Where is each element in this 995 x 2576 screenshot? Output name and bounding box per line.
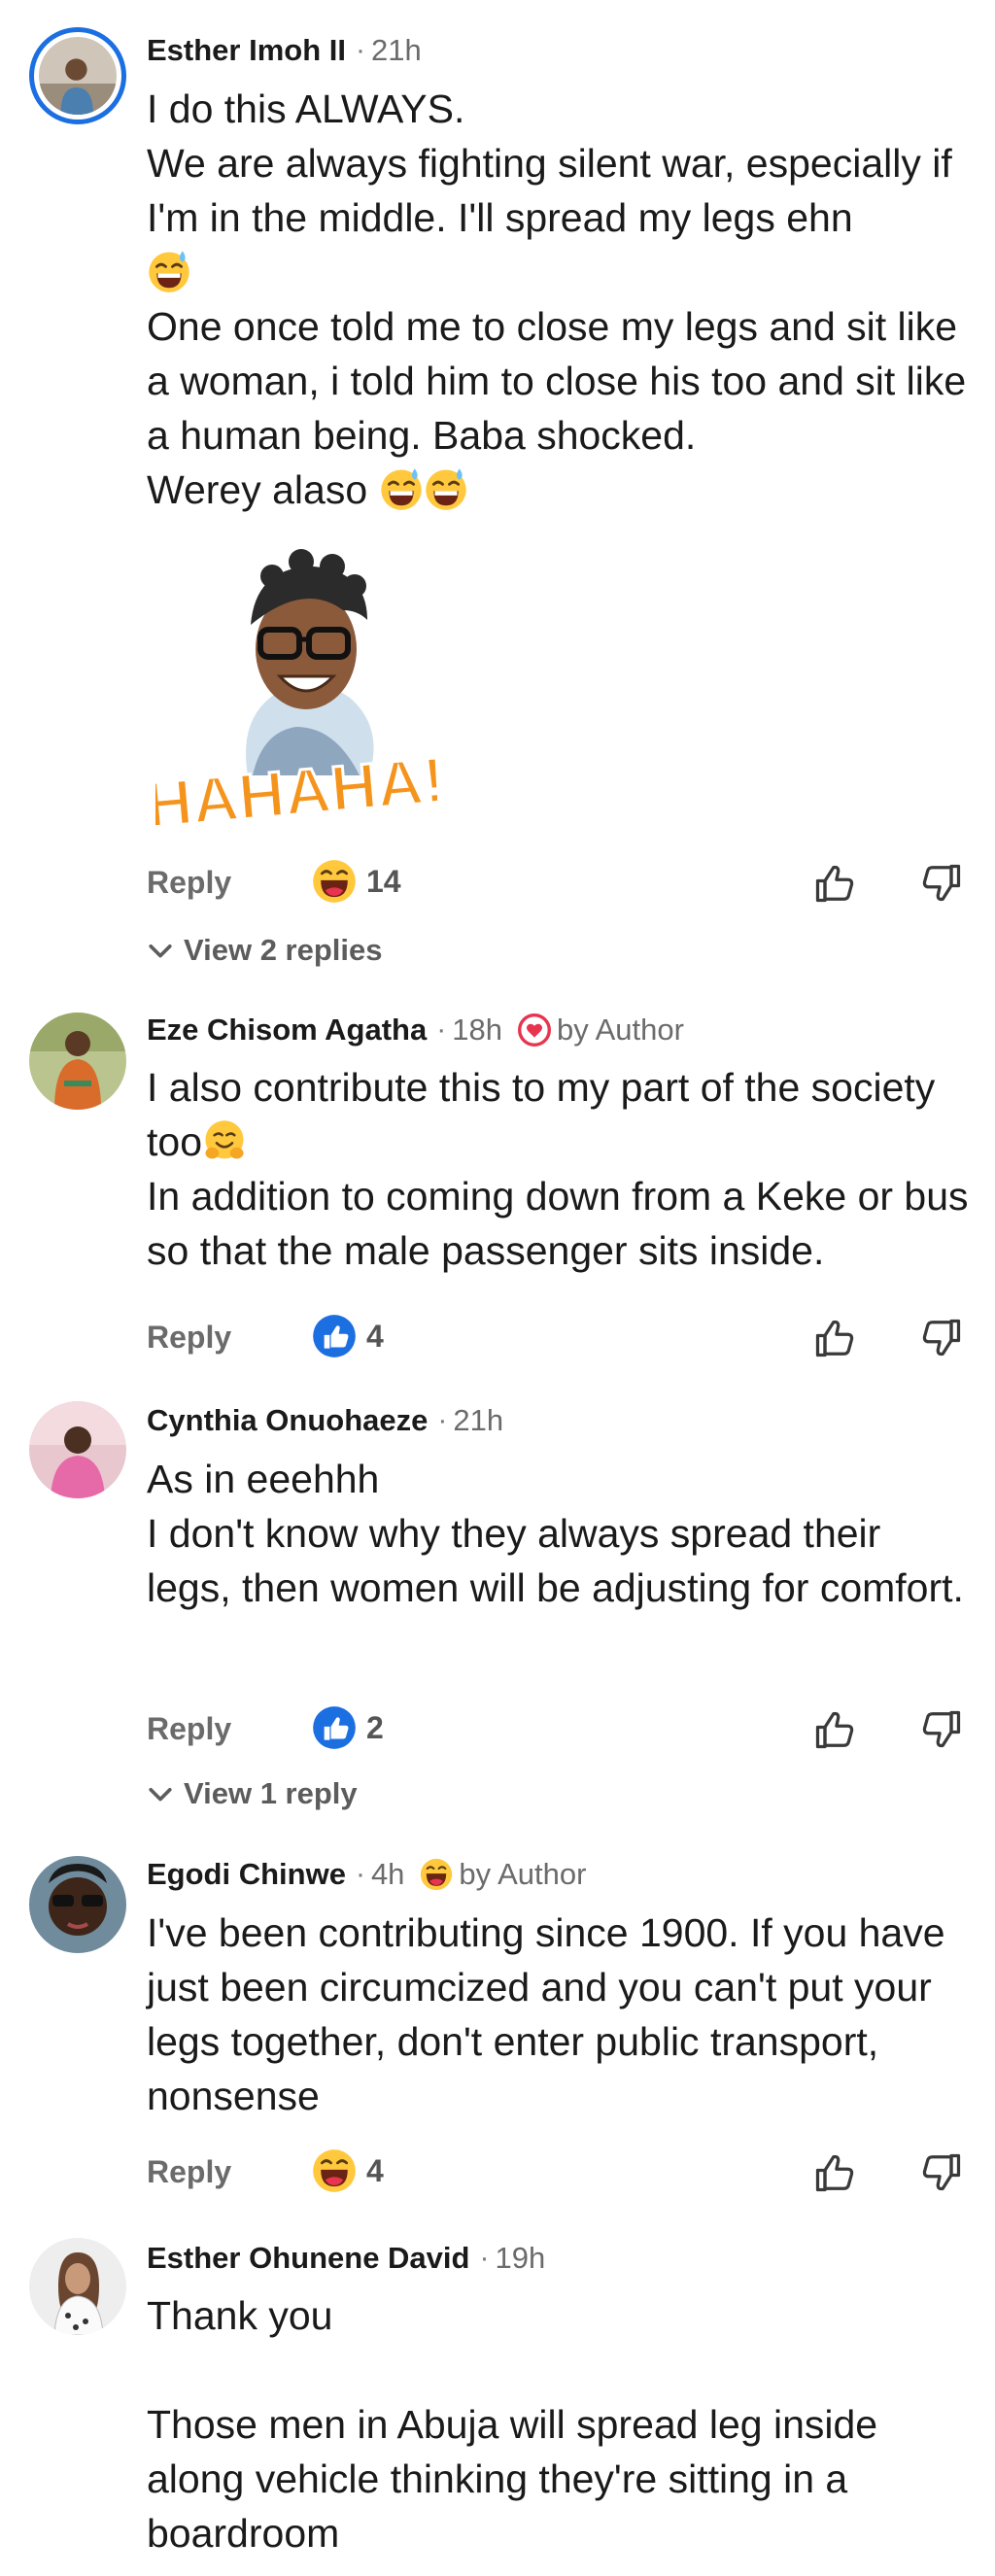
sticker-text: HAHAHA! — [155, 743, 437, 841]
laughing-avatar-sticker: HAHAHA! — [155, 549, 437, 842]
author-name[interactable]: Eze Chisom Agatha — [147, 1013, 427, 1048]
grinning-sweat-emoji-icon — [147, 249, 191, 293]
comment-line: We are always fighting silent war, espec… — [147, 136, 973, 299]
author-name[interactable]: Egodi Chinwe — [147, 1857, 346, 1892]
separator: · — [355, 34, 365, 66]
comment-line: I've been contributing since 1900. If yo… — [147, 1910, 945, 2118]
comment-text: I do this ALWAYS. We are always fighting… — [147, 82, 973, 517]
comment-text: As in eeehhh I don't know why they alway… — [147, 1452, 973, 1615]
like-circle-icon — [312, 1705, 357, 1750]
like-circle-icon — [312, 1314, 357, 1358]
timestamp: 21h — [453, 1403, 504, 1437]
comment-actions: Reply 14 — [147, 859, 963, 908]
avatar[interactable] — [29, 1401, 126, 1498]
reaction-count: 2 — [366, 1709, 384, 1745]
view-replies-label: View 1 reply — [184, 1776, 358, 1810]
comment-actions: Reply 4 — [147, 1314, 963, 1362]
comment-line: One once told me to close my legs and si… — [147, 304, 967, 458]
chevron-down-icon — [147, 937, 174, 964]
comment-line: As in eeehhh — [147, 1457, 380, 1501]
grinning-sweat-emoji-icon — [379, 466, 424, 511]
thumbs-down-icon[interactable] — [917, 1314, 966, 1362]
comment-text: I also contribute this to my part of the… — [147, 1060, 973, 1278]
thumbs-down-icon[interactable] — [917, 1705, 966, 1754]
avatar[interactable] — [29, 1856, 126, 1953]
comment-header: Eze Chisom Agatha · 18h by Author — [147, 1011, 684, 1049]
comment-line: I do this ALWAYS. — [147, 86, 465, 131]
author-name[interactable]: Esther Imoh II — [147, 33, 346, 68]
comment-header: Cynthia Onuohaeze · 21h — [147, 1401, 503, 1440]
reactions-summary[interactable]: 4 — [312, 2148, 384, 2193]
comment-header: Esther Imoh II · 21h — [147, 31, 422, 70]
thumbs-down-icon[interactable] — [917, 859, 966, 908]
thumbs-up-icon[interactable] — [810, 2148, 859, 2197]
reply-button[interactable]: Reply — [147, 1320, 231, 1356]
comment-text: Thank you Those men in Abuja will spread… — [147, 2288, 973, 2560]
timestamp: 19h — [495, 2241, 546, 2275]
grinning-sweat-emoji-icon — [424, 466, 468, 511]
separator: · — [437, 1404, 448, 1436]
thumbs-up-icon[interactable] — [810, 1705, 859, 1754]
comment-line: In addition to coming down from a Keke o… — [147, 1174, 969, 1273]
reaction-count: 14 — [366, 863, 401, 899]
comment-line: Those men in Abuja will spread leg insid… — [147, 2402, 878, 2556]
comment-line: Werey alaso — [147, 463, 973, 517]
comment-text: I've been contributing since 1900. If yo… — [147, 1906, 973, 2123]
view-replies-label: View 2 replies — [184, 933, 383, 967]
haha-emoji-icon — [420, 1858, 453, 1891]
separator: · — [355, 1858, 365, 1890]
timestamp: 18h — [452, 1013, 502, 1047]
haha-emoji-icon — [312, 859, 357, 904]
thumbs-up-icon[interactable] — [810, 1314, 859, 1362]
author-badge: by Author — [518, 1013, 684, 1048]
badge-label: by Author — [459, 1857, 587, 1891]
comment-header: Egodi Chinwe · 4h by Author — [147, 1855, 586, 1894]
separator: · — [479, 2242, 490, 2274]
hugging-face-emoji-icon — [202, 1118, 247, 1163]
comment-line: I don't know why they always spread thei… — [147, 1511, 964, 1610]
timestamp: 21h — [370, 33, 422, 67]
reactions-summary[interactable]: 4 — [312, 1314, 384, 1358]
comment-header: Esther Ohunene David · 19h — [147, 2239, 545, 2278]
author-badge: by Author — [420, 1857, 586, 1892]
comment-actions: Reply 2 — [147, 1705, 963, 1754]
reply-button[interactable]: Reply — [147, 1711, 231, 1747]
author-name[interactable]: Esther Ohunene David — [147, 2241, 469, 2276]
reactions-summary[interactable]: 2 — [312, 1705, 384, 1750]
comment-line — [147, 2343, 973, 2397]
author-name[interactable]: Cynthia Onuohaeze — [147, 1403, 428, 1438]
avatar[interactable] — [29, 1013, 126, 1110]
comment-actions: Reply 4 — [147, 2148, 963, 2197]
reply-button[interactable]: Reply — [147, 2154, 231, 2190]
reactions-summary[interactable]: 14 — [312, 859, 401, 904]
chevron-down-icon — [147, 1780, 174, 1807]
comment-line: I also contribute this to my part of the… — [147, 1065, 936, 1164]
avatar[interactable] — [29, 27, 126, 124]
separator: · — [436, 1013, 447, 1046]
badge-label: by Author — [556, 1013, 684, 1047]
heart-badge-icon — [518, 1013, 551, 1047]
view-replies-link[interactable]: View 1 reply — [147, 1776, 358, 1811]
reply-button[interactable]: Reply — [147, 865, 231, 901]
reaction-count: 4 — [366, 2152, 384, 2188]
comment-line: Thank you — [147, 2293, 333, 2338]
thumbs-up-icon[interactable] — [810, 859, 859, 908]
thumbs-down-icon[interactable] — [917, 2148, 966, 2197]
avatar[interactable] — [29, 2238, 126, 2335]
reaction-count: 4 — [366, 1318, 384, 1354]
timestamp: 4h — [370, 1857, 405, 1891]
haha-emoji-icon — [312, 2148, 357, 2193]
view-replies-link[interactable]: View 2 replies — [147, 933, 383, 968]
